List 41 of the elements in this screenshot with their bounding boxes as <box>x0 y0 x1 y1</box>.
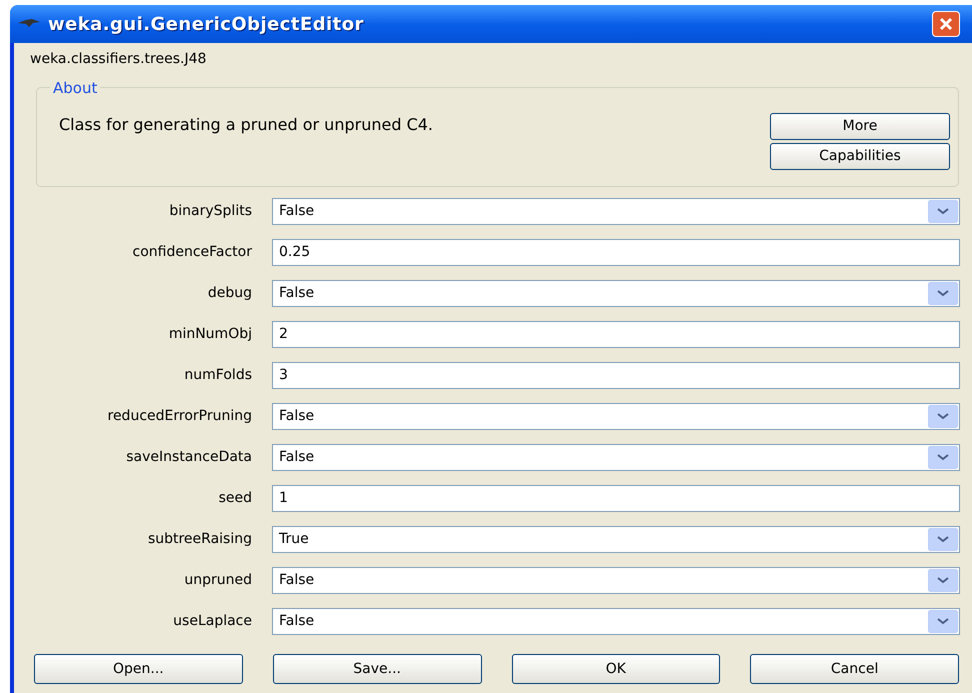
input-field[interactable]: 1 <box>272 485 960 512</box>
chevron-down-icon <box>928 405 958 428</box>
property-label: saveInstanceData <box>125 448 252 467</box>
close-button[interactable] <box>932 11 960 37</box>
about-text: Class for generating a pruned or unpruned C4. <box>59 114 433 136</box>
bird-icon <box>18 18 40 30</box>
property-label: debug <box>206 284 252 303</box>
dropdown[interactable]: False <box>272 198 960 225</box>
chevron-down-icon <box>928 528 958 551</box>
chevron-down-icon <box>928 446 958 469</box>
chevron-down-icon <box>928 200 958 223</box>
property-label: seed <box>218 489 252 508</box>
dialog-button[interactable]: OK <box>512 654 720 684</box>
input-field[interactable]: 2 <box>272 321 960 348</box>
chevron-down-icon <box>928 569 958 592</box>
dropdown[interactable]: False <box>272 567 960 594</box>
property-label: subtreeRaising <box>146 530 252 549</box>
class-name: weka.classifiers.trees.J48 <box>30 50 206 69</box>
property-label: numFolds <box>183 366 252 385</box>
dropdown[interactable]: False <box>272 403 960 430</box>
property-label: binarySplits <box>168 202 252 221</box>
property-label: useLaplace <box>172 612 252 631</box>
dropdown[interactable]: False <box>272 444 960 471</box>
about-button[interactable]: Capabilities <box>770 143 950 170</box>
property-label: confidenceFactor <box>132 243 252 262</box>
close-icon <box>939 17 953 31</box>
dropdown[interactable]: True <box>272 526 960 553</box>
chevron-down-icon <box>928 282 958 305</box>
property-label: minNumObj <box>168 325 252 344</box>
about-button[interactable]: More <box>770 113 950 140</box>
property-label: unpruned <box>183 571 252 590</box>
dialog-button[interactable]: Cancel <box>750 654 959 684</box>
window-title: weka.gui.GenericObjectEditor <box>48 12 364 36</box>
input-field[interactable]: 0.25 <box>272 239 960 266</box>
dialog-button[interactable]: Open... <box>34 654 243 684</box>
dialog-button[interactable]: Save... <box>272 654 482 684</box>
chevron-down-icon <box>928 610 958 633</box>
dropdown[interactable]: False <box>272 280 960 307</box>
dropdown[interactable]: False <box>272 608 960 635</box>
input-field[interactable]: 3 <box>272 362 960 389</box>
property-label: reducedErrorPruning <box>106 407 252 426</box>
